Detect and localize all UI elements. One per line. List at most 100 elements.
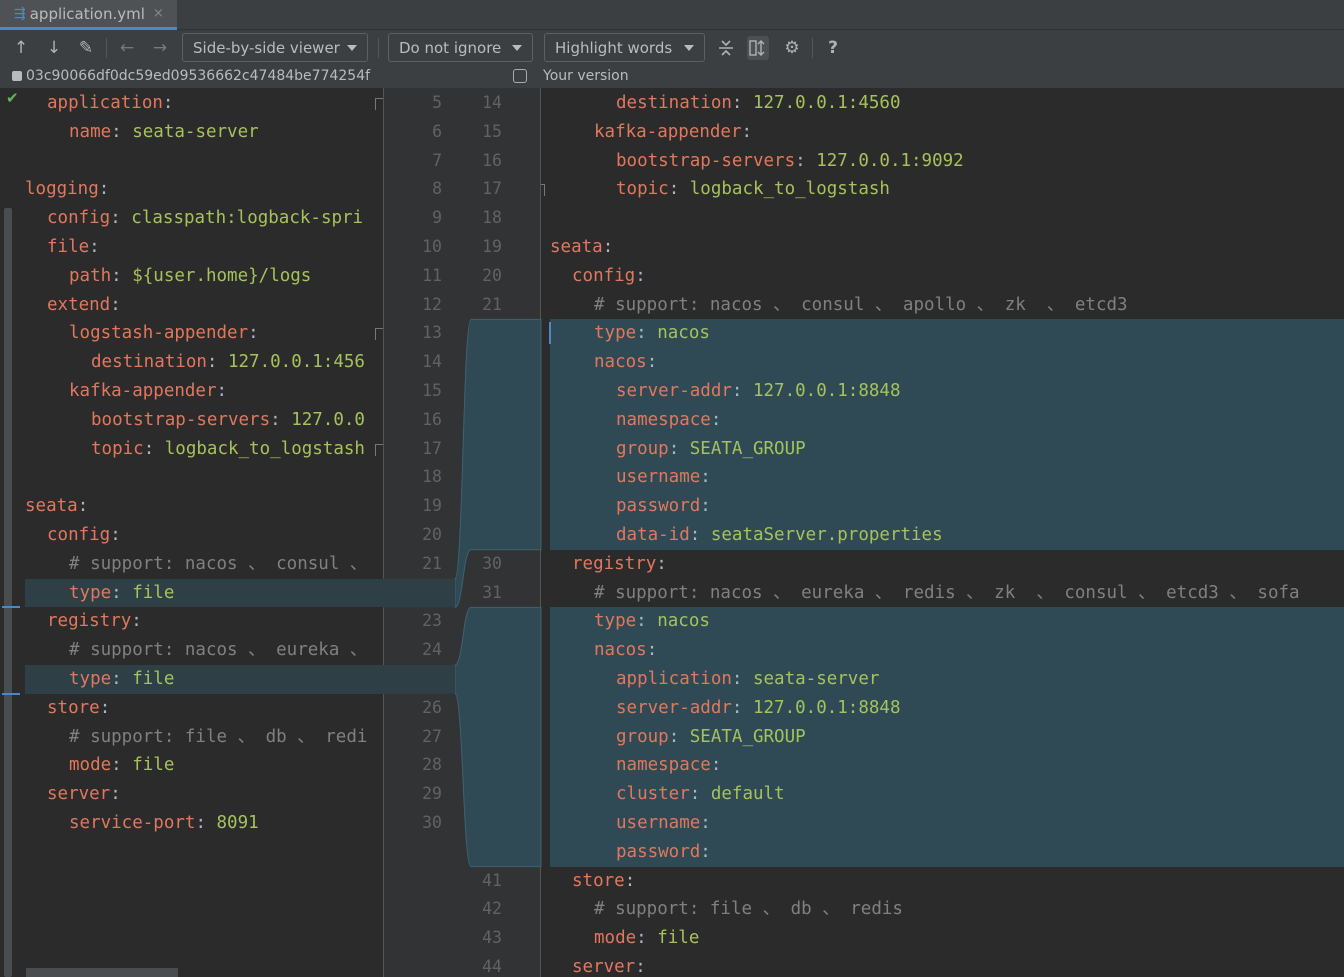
right-code-line: namespace: <box>616 755 732 776</box>
chevron-down-icon <box>347 45 357 51</box>
right-line-number: 38 <box>482 784 502 804</box>
your-version-checkbox[interactable] <box>513 69 527 83</box>
yaml-key: namespace <box>616 409 711 430</box>
left-code-line: config: <box>47 525 132 545</box>
code-comment: # support: file 、 db 、 redi <box>69 726 368 747</box>
chevron-down-icon <box>512 45 522 51</box>
yaml-key: file <box>47 237 90 257</box>
diff-file-icon: ⇶ <box>14 5 26 22</box>
yaml-key: cluster <box>616 784 690 805</box>
right-line-number: 17 <box>482 179 502 199</box>
left-line-number: 9 <box>432 208 442 228</box>
highlight-words-dropdown[interactable]: Highlight words <box>544 33 705 62</box>
left-vertical-scrollbar[interactable] <box>4 208 12 977</box>
right-line-number: 18 <box>482 208 502 228</box>
edit-pencil-icon[interactable]: ✎ <box>75 36 97 60</box>
code-comment: # support: nacos 、 consul 、 apollo 、 zk … <box>594 294 1128 315</box>
yaml-value: logback_to_logstash <box>164 438 365 459</box>
right-code-line: # support: file 、 db 、 redis <box>594 895 903 924</box>
change-marker <box>2 692 20 695</box>
revert-change-icon[interactable]: ⌟ <box>398 669 406 685</box>
yaml-key: bootstrap-servers <box>91 409 271 430</box>
arrow-left-icon[interactable]: ← <box>116 36 138 60</box>
right-code-line: data-id: seataServer.properties <box>616 525 943 545</box>
yaml-key: kafka-appender <box>594 121 742 142</box>
right-line-number: 31 <box>482 582 502 602</box>
right-code-line: topic: logback_to_logstash <box>616 179 890 200</box>
highlight-words-label: Highlight words <box>555 38 673 57</box>
left-code-line: path: ${user.home}/logs <box>69 265 312 286</box>
ignore-whitespace-dropdown[interactable]: Do not ignore <box>388 33 533 62</box>
yaml-value: file <box>657 928 700 949</box>
left-code-line: mode: file <box>69 755 175 776</box>
tab-bar: ⇶ application.yml × <box>0 0 1344 30</box>
viewer-mode-dropdown[interactable]: Side-by-side viewer <box>182 33 368 62</box>
right-line-number: 25 <box>482 409 502 429</box>
right-line-number: 39 <box>482 813 502 832</box>
left-code-line: type: file <box>69 669 175 689</box>
right-code-line: seata: <box>550 237 624 257</box>
right-line-number: 19 <box>482 237 502 256</box>
fold-marker-icon[interactable] <box>375 443 383 456</box>
right-line-number: 16 <box>482 150 502 170</box>
right-line-number: 30 <box>482 553 502 573</box>
tab-application-yml[interactable]: ⇶ application.yml × <box>0 0 177 30</box>
fold-marker-icon[interactable] <box>541 184 545 197</box>
right-editor-pane[interactable]: destination: 127.0.0.1:4560 kafka-appende… <box>541 88 1344 977</box>
arrow-up-icon[interactable]: ↑ <box>10 36 32 60</box>
arrow-right-icon[interactable]: → <box>149 36 171 60</box>
close-icon[interactable]: × <box>153 6 164 21</box>
left-line-number: 30 <box>422 813 442 832</box>
left-editor-pane[interactable]: ✔ application: name: seata-server logging… <box>0 88 383 977</box>
left-line-number: 15 <box>422 381 442 400</box>
sync-scroll-icon[interactable] <box>747 36 769 60</box>
yaml-key: logging <box>25 179 99 200</box>
left-horizontal-scrollbar[interactable] <box>26 968 178 977</box>
left-code-line: server: <box>47 784 132 805</box>
right-code-line: server-addr: 127.0.0.1:8848 <box>616 697 901 718</box>
collapse-unchanged-icon[interactable] <box>715 36 737 60</box>
left-code-line: registry: <box>47 611 153 632</box>
right-code-line: group: SEATA_GROUP <box>616 726 806 747</box>
right-code-line: nacos: <box>594 352 668 373</box>
gear-icon[interactable]: ⚙ <box>781 36 803 60</box>
diff-header: 03c90066df0dc59ed09536662c47484be774254f… <box>0 66 1344 88</box>
left-line-number: 10 <box>422 237 442 256</box>
yaml-key: type <box>594 611 637 632</box>
chevron-down-icon <box>684 45 694 51</box>
apply-change-checkbox[interactable] <box>512 325 528 342</box>
yaml-value: logback_to_logstash <box>689 179 890 200</box>
left-line-number: 21 <box>422 553 442 573</box>
yaml-value: seataServer.properties <box>710 525 943 545</box>
fold-marker-icon[interactable] <box>375 328 383 341</box>
left-code-line: extend: <box>47 294 132 315</box>
yaml-key: seata <box>25 496 78 517</box>
apply-change-checkbox[interactable] <box>512 613 528 630</box>
right-code-line: cluster: default <box>616 784 785 805</box>
diff-editor: ✔ application: name: seata-server logging… <box>0 88 1344 977</box>
left-line-number: 6 <box>432 121 442 141</box>
left-line-number: 26 <box>422 697 442 717</box>
yaml-key: password <box>616 841 701 862</box>
yaml-value: seata-server <box>132 121 259 142</box>
lock-icon <box>12 71 22 81</box>
right-code-line: destination: 127.0.0.1:4560 <box>616 93 901 113</box>
yaml-value: file <box>132 669 175 689</box>
yaml-key: namespace <box>616 755 711 776</box>
yaml-value: SEATA_GROUP <box>689 726 806 747</box>
fold-marker-icon[interactable] <box>375 98 383 110</box>
yaml-value: 127.0.0.1:8848 <box>752 381 901 401</box>
revert-change-icon[interactable]: ⌟ <box>398 583 406 599</box>
left-code-line: config: classpath:logback-spri <box>47 208 364 229</box>
left-line-number: 11 <box>422 265 442 285</box>
no-problems-check-icon: ✔ <box>6 89 19 107</box>
left-line-number: 8 <box>432 179 442 199</box>
yaml-key: server <box>47 784 111 805</box>
right-line-number: 26 <box>482 438 502 458</box>
left-line-number: 14 <box>422 352 442 372</box>
arrow-down-icon[interactable]: ↓ <box>43 36 65 60</box>
left-code-line: destination: 127.0.0.1:456 <box>91 352 365 373</box>
help-icon[interactable]: ? <box>822 36 844 60</box>
yaml-key: type <box>594 323 637 344</box>
left-line-number: 24 <box>422 640 442 660</box>
